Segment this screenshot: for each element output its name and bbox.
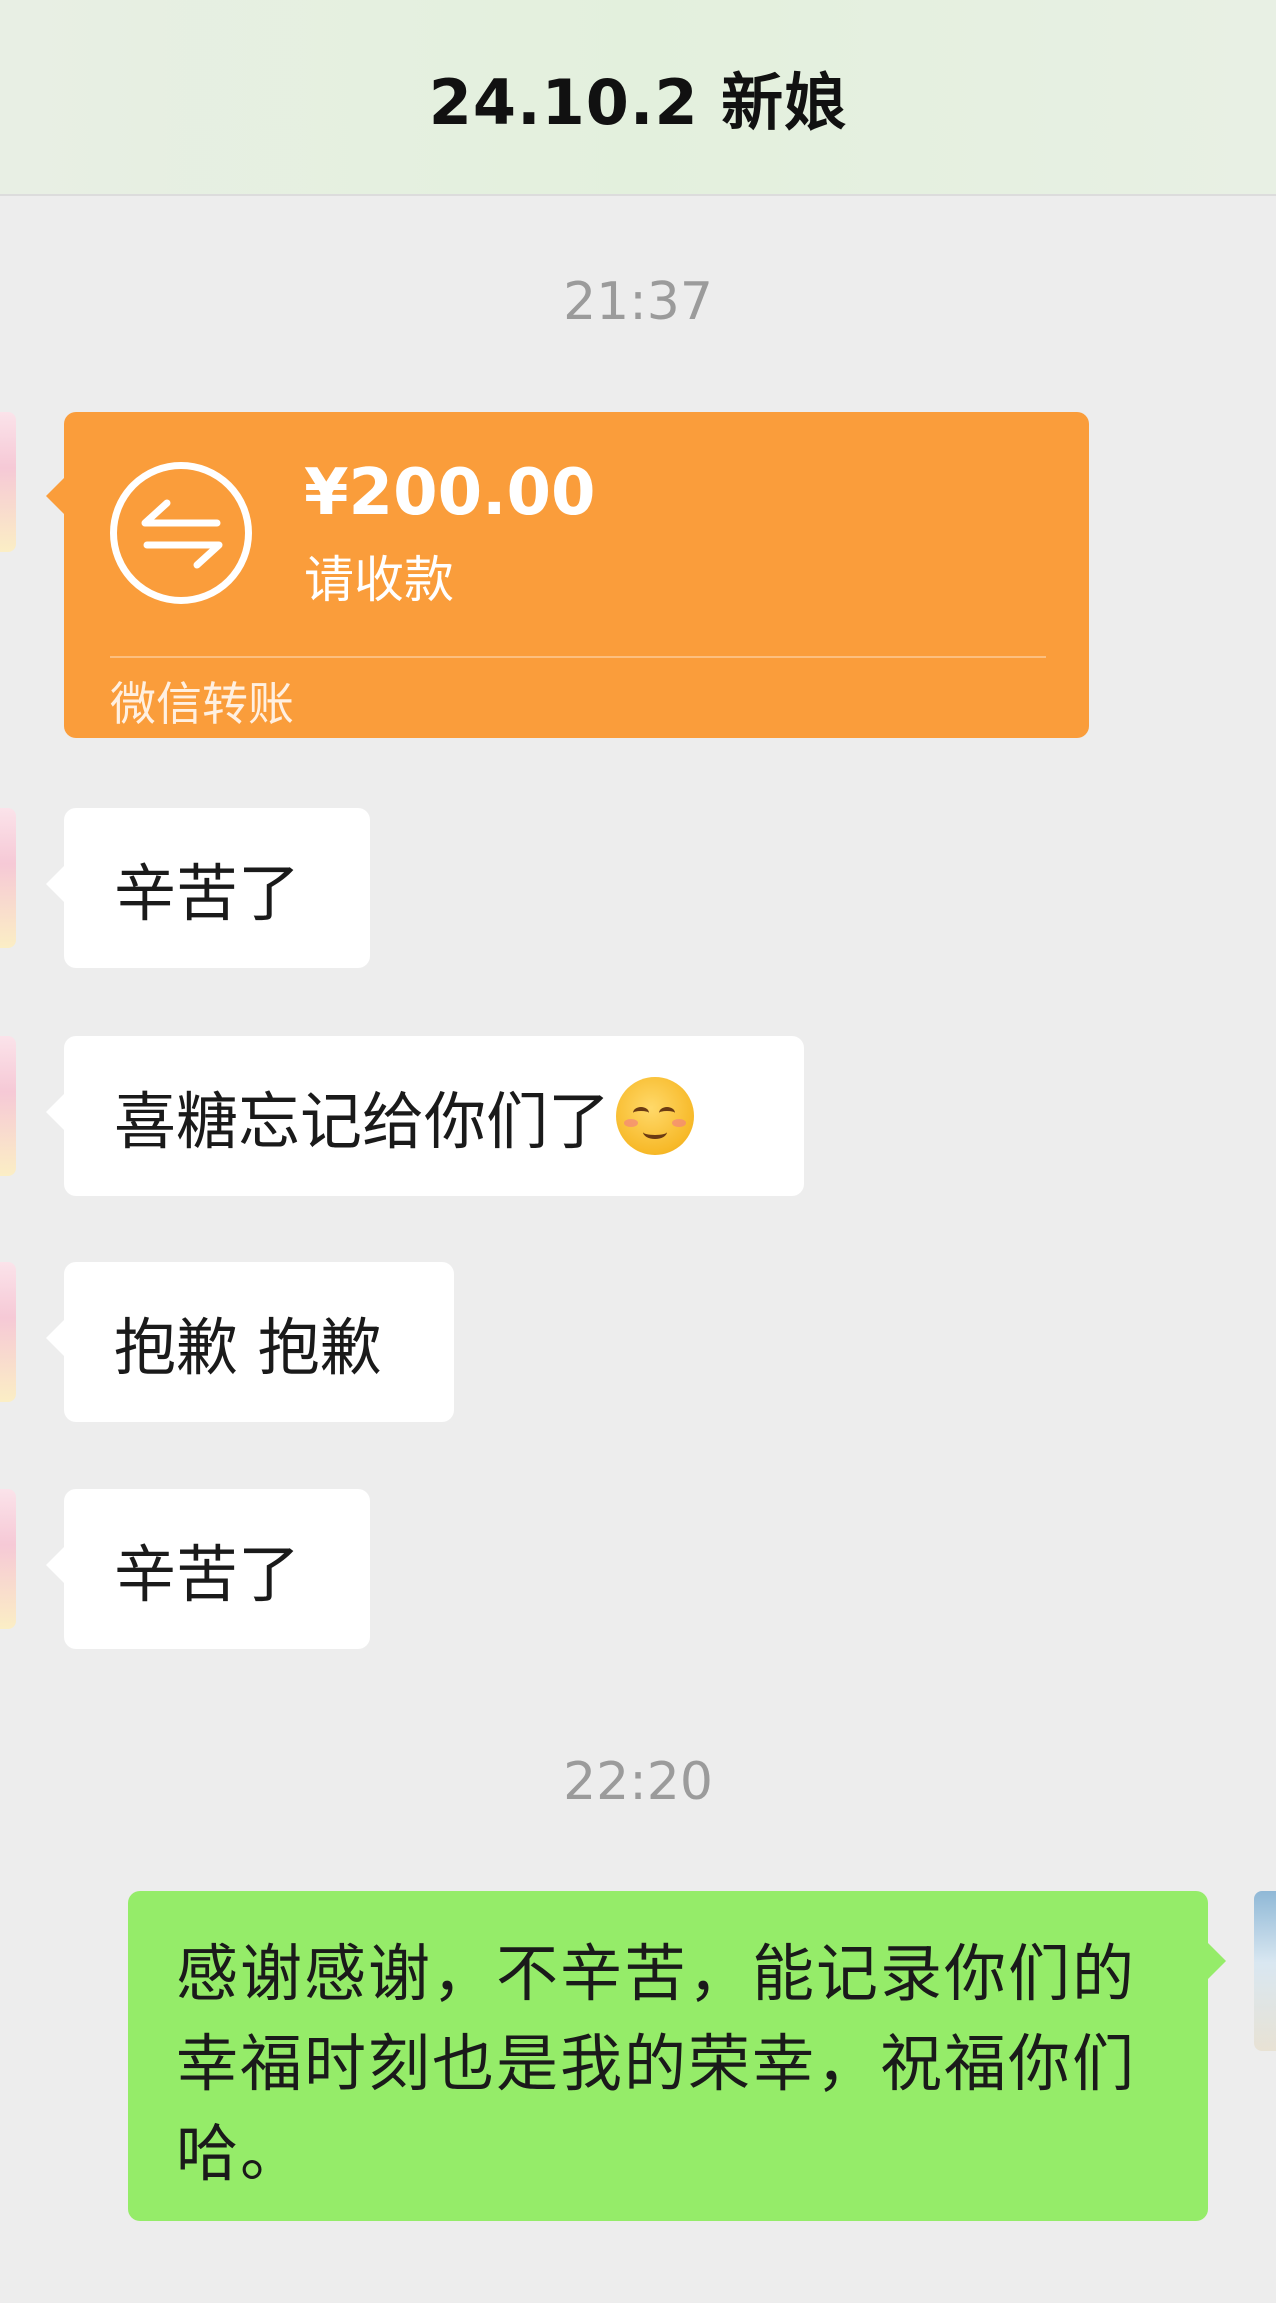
message-bubble[interactable]: 抱歉 抱歉 [46,1262,454,1422]
outgoing-message-bubble[interactable]: 感谢感谢，不辛苦，能记录你们的幸福时刻也是我的荣幸，祝福你们哈。 [128,1891,1226,2221]
contact-avatar[interactable] [0,412,16,552]
transfer-footer-label: 微信转账 [110,677,294,731]
contact-avatar[interactable] [0,808,16,948]
timestamp: 22:20 [563,1752,713,1812]
relieved-face-emoji [616,1077,695,1155]
transfer-amount: ¥200.00 [304,456,596,530]
contact-avatar[interactable] [0,1262,16,1402]
chat-header: 24.10.2 新娘 [0,0,1276,196]
contact-avatar[interactable] [0,1489,16,1629]
message-bubble[interactable]: 辛苦了 [46,1489,370,1649]
transfer-divider [110,656,1046,658]
message-text: 喜糖忘记给你们了 [114,1085,611,1158]
transfer-status: 请收款 [304,551,454,609]
message-text: 感谢感谢，不辛苦，能记录你们的幸福时刻也是我的荣幸，祝福你们哈。 [176,1937,1137,2190]
contact-avatar[interactable] [0,1036,16,1176]
message-text: 辛苦了 [114,857,301,930]
chat-title: 24.10.2 新娘 [428,66,848,139]
timestamp: 21:37 [563,272,713,332]
message-bubble[interactable]: 辛苦了 [46,808,370,968]
transfer-arrows-icon [110,462,252,604]
self-avatar[interactable] [1254,1891,1276,2051]
message-bubble[interactable]: 喜糖忘记给你们了 [46,1036,804,1196]
transfer-card[interactable]: ¥200.00 请收款 微信转账 [46,412,1089,738]
message-text: 抱歉 抱歉 [114,1311,382,1384]
message-text: 辛苦了 [114,1538,301,1611]
